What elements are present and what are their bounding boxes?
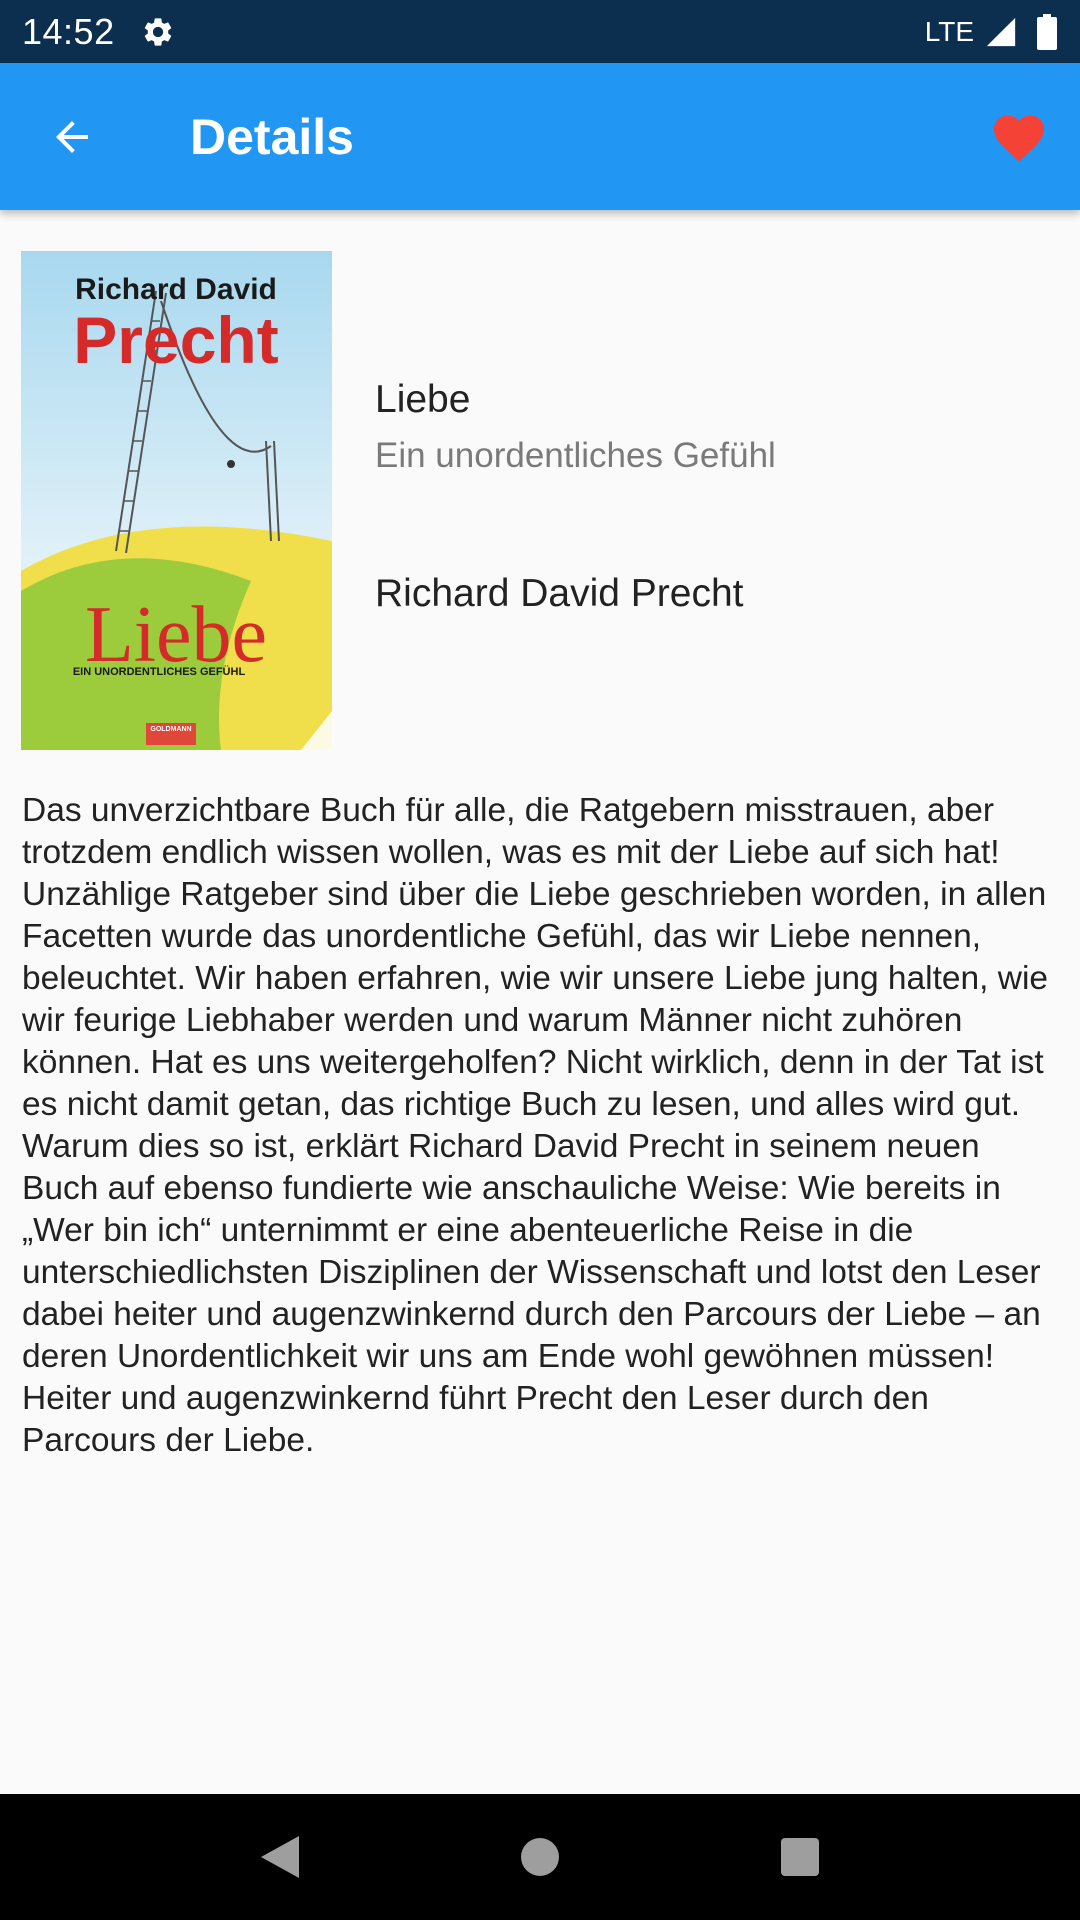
book-title: Liebe bbox=[375, 378, 471, 421]
gear-icon bbox=[141, 14, 177, 50]
recents-square-icon bbox=[781, 1838, 819, 1876]
back-arrow-icon bbox=[56, 121, 88, 153]
heart-icon bbox=[994, 115, 1044, 162]
cover-author-line: Richard David bbox=[75, 273, 277, 306]
book-subtitle: Ein unordentliches Gefühl bbox=[375, 436, 776, 475]
page-title: Details bbox=[190, 108, 354, 165]
favorite-button[interactable] bbox=[984, 103, 1054, 173]
signal-icon bbox=[984, 15, 1018, 49]
status-time: 14:52 bbox=[22, 10, 115, 52]
book-cover-image: Richard David Precht Liebe EIN UNORDENTL… bbox=[21, 251, 332, 750]
back-triangle-icon bbox=[261, 1836, 299, 1878]
book-author: Richard David Precht bbox=[375, 572, 744, 615]
cover-author-surname: Precht bbox=[73, 303, 278, 377]
status-indicators: LTE bbox=[924, 13, 1058, 50]
cover-subtitle: EIN UNORDENTLICHES GEFÜHL bbox=[73, 665, 246, 678]
app-bar: Details bbox=[0, 63, 1080, 210]
system-nav-bar bbox=[0, 1794, 1080, 1920]
battery-icon bbox=[1036, 13, 1058, 50]
book-description: Das unverzichtbare Buch für alle, die Ra… bbox=[22, 792, 1049, 1459]
network-type: LTE bbox=[924, 15, 974, 47]
nav-recents-button[interactable] bbox=[770, 1827, 830, 1887]
status-bar: 14:52 LTE bbox=[0, 0, 1080, 63]
back-button[interactable] bbox=[40, 105, 104, 169]
nav-home-button[interactable] bbox=[510, 1827, 570, 1887]
home-circle-icon bbox=[521, 1838, 559, 1876]
nav-back-button[interactable] bbox=[250, 1827, 310, 1887]
cover-publisher: GOLDMANN bbox=[150, 726, 191, 733]
